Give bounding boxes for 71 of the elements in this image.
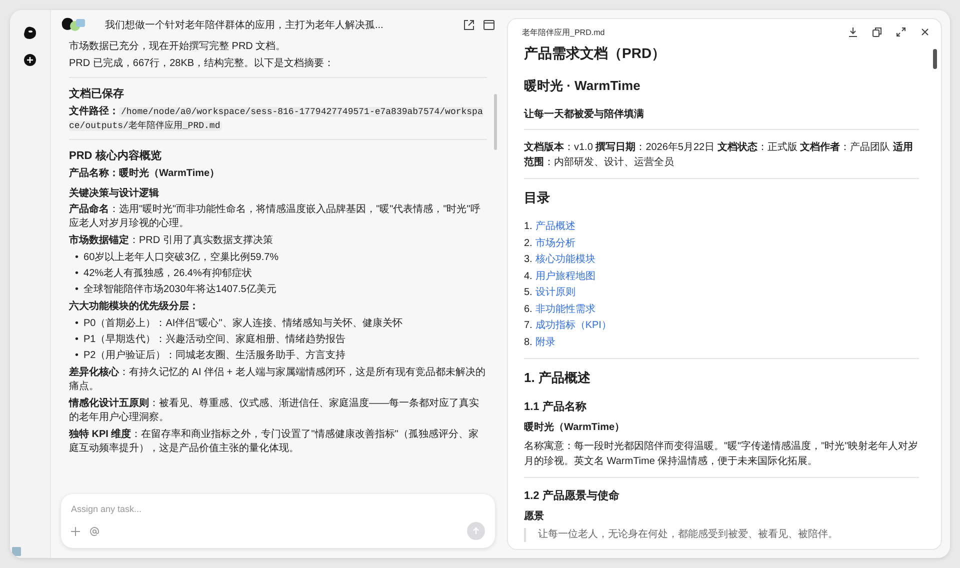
chat-paragraph: 情感化设计五原则：被看见、尊重感、仪式感、渐进信任、家庭温度——每一条都对应了真实的老年用户心理洞察。	[69, 397, 480, 425]
document-subheading: 1.2 产品愿景与使命	[524, 488, 620, 503]
toc-link[interactable]: 核心功能模块	[535, 252, 596, 268]
document-paragraph: 文档版本：v1.0 撰写日期：2026年5月22日 文档状态：正式版 文档作者：产品团队 适用范围：内部研发、设计、运营全员	[524, 140, 914, 170]
document-subheading: 1.1 产品名称	[524, 400, 588, 414]
bullet-item: P0（首期必上）：AI伴侣"暖心"、家人连接、情绪感知与关怀、健康关怀	[84, 317, 402, 331]
toc-link[interactable]: 成功指标（KPI）	[535, 318, 612, 334]
bullet-icon: •	[75, 317, 79, 331]
chat-paragraph: 产品命名：选用"暖时光"而非功能性命名，将情感温度嵌入品牌基因，"暖"代表情感，"时光"呼应老人对岁月珍视的心理。	[69, 203, 482, 231]
bullet-icon: •	[75, 333, 79, 347]
toc-number: 3.	[524, 253, 532, 267]
download-icon[interactable]	[847, 26, 859, 38]
toc-link[interactable]: 用户旅程地图	[535, 268, 596, 284]
document-paragraph: 名称寓意：每一段时光都因陪伴而变得温暖。"暖"字传递情感温度，"时光"映射老年人对岁月的珍视。英文名 WarmTime 保持温情感，便于未来国际化拓展。	[524, 440, 919, 469]
chat-paragraph: 差异化核心：有持久记忆的 AI 伴侣 + 老人端与家属端情感闭环，这是所有现有竞品都未解决的痛点。	[69, 366, 486, 394]
scrollbar[interactable]	[494, 94, 497, 150]
document-heading: 1. 产品概述	[524, 369, 592, 387]
section-heading: PRD 核心内容概览	[69, 148, 162, 163]
image-thumbnail	[12, 547, 21, 556]
chat-paragraph: PRD 已完成，667行，28KB，结构完整。以下是文档摘要：	[69, 57, 336, 71]
document-heading: 暖时光 · WarmTime	[524, 77, 642, 95]
chat-paragraph: 市场数据锚定：PRD 引用了真实数据支撑决策	[69, 234, 274, 248]
arrow-up-icon	[472, 527, 480, 535]
scrollbar[interactable]	[933, 49, 937, 69]
panel-icon[interactable]	[483, 19, 495, 31]
document-tagline: 让每一天都被爱与陪伴填满	[524, 108, 645, 121]
toc-link[interactable]: 市场分析	[535, 236, 576, 251]
toc-number: 6.	[524, 302, 532, 316]
expand-icon[interactable]	[895, 26, 907, 38]
toc-number: 2.	[524, 236, 532, 250]
new-task-icon[interactable]	[24, 54, 36, 66]
bullet-item: P1（早期迭代）：兴趣活动空间、家庭相册、情绪趋势报告	[84, 333, 346, 347]
task-title: 我们想做一个针对老年陪伴群体的应用，主打为老年人解决孤...	[104, 18, 384, 32]
plus-icon[interactable]	[71, 526, 80, 536]
chat-paragraph: 产品名称：暖时光（WarmTime）	[69, 167, 221, 181]
toc-number: 5.	[524, 286, 532, 300]
document-title: 产品需求文档（PRD）	[524, 45, 667, 63]
section-heading: 文档已保存	[69, 86, 125, 101]
toc-link[interactable]: 设计原则	[535, 285, 576, 300]
toc-number: 8.	[524, 336, 532, 350]
file-name: 老年陪伴应用_PRD.md	[522, 26, 606, 38]
toc-link[interactable]: 附录	[535, 334, 556, 350]
logo-icon[interactable]	[23, 26, 37, 40]
document-paragraph: 愿景	[524, 510, 545, 524]
bullet-icon: •	[75, 283, 79, 297]
document-paragraph: 暖时光（WarmTime）	[524, 420, 626, 435]
subsection-heading: 关键决策与设计逻辑	[69, 187, 160, 201]
toc-link[interactable]: 非功能性需求	[535, 302, 596, 317]
bullet-item: 42%老人有孤独感，26.4%有抑郁症状	[84, 267, 252, 281]
mention-icon[interactable]	[90, 526, 99, 536]
bullet-icon: •	[75, 251, 79, 265]
bullet-item: 全球智能陪伴市场2030年将达1407.5亿美元	[84, 283, 276, 297]
document-heading: 目录	[524, 189, 551, 207]
toc-number: 7.	[524, 319, 532, 333]
task-input[interactable]: Assign any task...	[71, 504, 485, 514]
copy-icon[interactable]	[871, 26, 883, 38]
file-path: 文件路径： /home/node/a0/workspace/sess-816-1779427749571-e7a839ab7574/workspace/outputs/老年陪伴应用_PRD.md	[69, 105, 484, 133]
chat-paragraph: 独特 KPI 维度：在留存率和商业指标之外，专门设置了"情感健康改善指标"（孤独感评分、家庭互动频率提升），这是产品价值主张的量化体现。	[69, 428, 480, 456]
blockquote: 让每一位老人，无论身在何处，都能感受到被爱、被看见、被陪伴。	[524, 528, 919, 542]
chat-paragraph: 六大功能模块的优先级分层：	[69, 300, 200, 314]
toc-link[interactable]: 产品概述	[535, 219, 576, 234]
share-icon[interactable]	[463, 19, 475, 31]
bullet-item: P2（用户验证后）：同城老友圈、生活服务助手、方言支持	[84, 349, 346, 363]
toc-number: 1.	[524, 220, 532, 234]
avatar-group-icon	[61, 17, 87, 33]
bullet-icon: •	[75, 267, 79, 281]
bullet-item: 60岁以上老年人口突破3亿，空巢比例59.7%	[84, 251, 279, 265]
toc-number: 4.	[524, 270, 532, 284]
bullet-icon: •	[75, 349, 79, 363]
close-icon[interactable]	[919, 26, 931, 38]
chat-paragraph: 市场数据已充分，现在开始撰写完整 PRD 文档。	[69, 40, 287, 54]
